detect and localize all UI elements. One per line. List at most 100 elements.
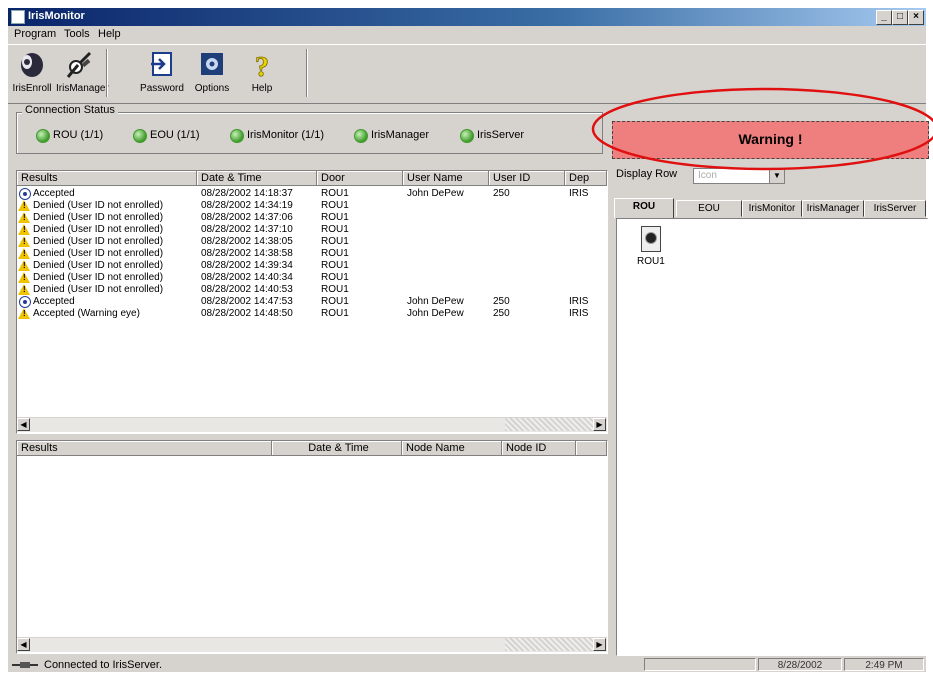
cell-door: ROU1 (321, 188, 349, 199)
options-button[interactable]: Options (190, 47, 234, 101)
table-row[interactable]: ! Denied (User ID not enrolled) 08/28/20… (17, 272, 607, 284)
scroll-right-button[interactable]: ▶ (593, 418, 606, 431)
accepted-icon (19, 188, 31, 200)
results-hscrollbar[interactable]: ◀ ▶ (17, 417, 607, 432)
status-panel-blank (644, 658, 756, 671)
svg-text:?: ? (255, 52, 269, 79)
table-row[interactable]: Accepted 08/28/2002 14:18:37 ROU1 John D… (17, 188, 607, 200)
cell-id: 250 (493, 308, 510, 319)
connection-plug-icon (12, 662, 38, 668)
table-row[interactable]: ! Accepted (Warning eye) 08/28/2002 14:4… (17, 308, 607, 320)
col-node-results[interactable]: Results (17, 441, 272, 456)
cell-dep: IRIS (569, 188, 589, 199)
iris-manager-label: IrisManager (56, 83, 109, 94)
scroll-left-button[interactable]: ◀ (17, 418, 30, 431)
options-label: Options (194, 83, 230, 94)
options-gear-icon (201, 53, 223, 75)
status-dot-icon (354, 129, 368, 143)
title-bar[interactable]: IrisMonitor _ □ × (8, 8, 926, 26)
tab-irismanager[interactable]: IrisManager (802, 200, 864, 217)
tab-eou[interactable]: EOU (676, 200, 742, 217)
display-row-select[interactable]: Icon ▼ (693, 168, 785, 184)
col-dep[interactable]: Dep (565, 171, 607, 186)
window-title: IrisMonitor (28, 10, 85, 22)
tab-irisserver[interactable]: IrisServer (864, 200, 926, 217)
cell-result: Accepted (33, 188, 75, 199)
col-username[interactable]: User Name (403, 171, 489, 186)
scroll-right-button[interactable]: ▶ (593, 638, 606, 651)
close-button[interactable]: × (908, 10, 924, 25)
node-hscrollbar[interactable]: ◀ ▶ (17, 637, 607, 652)
results-list[interactable]: Results Date & Time Door User Name User … (16, 170, 608, 434)
maximize-button[interactable]: □ (892, 10, 908, 25)
cell-user: John DePew (407, 308, 464, 319)
table-row[interactable]: ! Denied (User ID not enrolled) 08/28/20… (17, 248, 607, 260)
col-node-name[interactable]: Node Name (402, 441, 502, 456)
cell-result: Denied (User ID not enrolled) (33, 284, 164, 295)
table-row[interactable]: ! Denied (User ID not enrolled) 08/28/20… (17, 212, 607, 224)
warning-banner[interactable]: Warning ! (612, 121, 929, 159)
iris-enroll-button[interactable]: IrisEnroll (10, 47, 54, 101)
menu-help[interactable]: Help (98, 28, 121, 40)
chevron-down-icon[interactable]: ▼ (769, 169, 784, 183)
cell-door: ROU1 (321, 284, 349, 295)
tab-rou[interactable]: ROU (614, 198, 674, 218)
col-datetime[interactable]: Date & Time (197, 171, 317, 186)
cell-user: John DePew (407, 296, 464, 307)
toolbar: IrisEnroll IrisManager Password Options … (8, 44, 926, 104)
table-row[interactable]: Accepted 08/28/2002 14:47:53 ROU1 John D… (17, 296, 607, 308)
status-message: Connected to IrisServer. (44, 659, 163, 671)
cell-datetime: 08/28/2002 14:39:34 (201, 260, 293, 271)
cell-result: Accepted (Warning eye) (33, 308, 140, 319)
scroll-left-button[interactable]: ◀ (17, 638, 30, 651)
cell-result: Denied (User ID not enrolled) (33, 224, 164, 235)
device-label[interactable]: ROU1 (637, 256, 665, 267)
iris-manager-button[interactable]: IrisManager (56, 47, 109, 101)
cell-datetime: 08/28/2002 14:40:34 (201, 272, 293, 283)
help-button[interactable]: ? Help (244, 47, 280, 101)
rou-device-icon[interactable] (641, 226, 661, 252)
tab-irismonitor[interactable]: IrisMonitor (742, 200, 802, 217)
col-userid[interactable]: User ID (489, 171, 565, 186)
password-icon (151, 52, 172, 76)
cell-datetime: 08/28/2002 14:37:10 (201, 224, 293, 235)
cell-user: John DePew (407, 188, 464, 199)
table-row[interactable]: ! Denied (User ID not enrolled) 08/28/20… (17, 200, 607, 212)
password-label: Password (140, 83, 184, 94)
table-row[interactable]: ! Denied (User ID not enrolled) 08/28/20… (17, 260, 607, 272)
cell-result: Denied (User ID not enrolled) (33, 212, 164, 223)
col-results[interactable]: Results (17, 171, 197, 186)
display-row-label: Display Row (616, 168, 678, 180)
col-door[interactable]: Door (317, 171, 403, 186)
password-button[interactable]: Password (140, 47, 184, 101)
menu-tools[interactable]: Tools (64, 28, 90, 40)
cell-door: ROU1 (321, 272, 349, 283)
cell-door: ROU1 (321, 248, 349, 259)
status-dot-icon (230, 129, 244, 143)
cell-datetime: 08/28/2002 14:38:05 (201, 236, 293, 247)
status-irismonitor-label: IrisMonitor (1/1) (247, 129, 325, 141)
manager-tools-icon (66, 51, 92, 78)
warning-text: Warning ! (738, 131, 803, 147)
menu-program[interactable]: Program (14, 28, 56, 40)
col-node-datetime[interactable]: Date & Time (272, 441, 402, 456)
minimize-button[interactable]: _ (876, 10, 892, 25)
table-row[interactable]: ! Denied (User ID not enrolled) 08/28/20… (17, 284, 607, 296)
cell-datetime: 08/28/2002 14:40:53 (201, 284, 293, 295)
iris-enroll-label: IrisEnroll (12, 83, 52, 94)
status-irismanager-label: IrisManager (371, 129, 430, 141)
cell-dep: IRIS (569, 308, 589, 319)
rou-tab-panel: ROU1 (616, 218, 928, 656)
scroll-thumb[interactable] (505, 638, 593, 651)
cell-datetime: 08/28/2002 14:38:58 (201, 248, 293, 259)
eye-icon (21, 53, 43, 77)
table-row[interactable]: ! Denied (User ID not enrolled) 08/28/20… (17, 236, 607, 248)
table-row[interactable]: ! Denied (User ID not enrolled) 08/28/20… (17, 224, 607, 236)
help-label: Help (251, 83, 273, 94)
col-node-id[interactable]: Node ID (502, 441, 576, 456)
node-results-list[interactable]: Results Date & Time Node Name Node ID ◀ … (16, 440, 608, 654)
cell-door: ROU1 (321, 236, 349, 247)
cell-door: ROU1 (321, 224, 349, 235)
scroll-thumb[interactable] (505, 418, 593, 431)
accepted-icon (19, 296, 31, 308)
